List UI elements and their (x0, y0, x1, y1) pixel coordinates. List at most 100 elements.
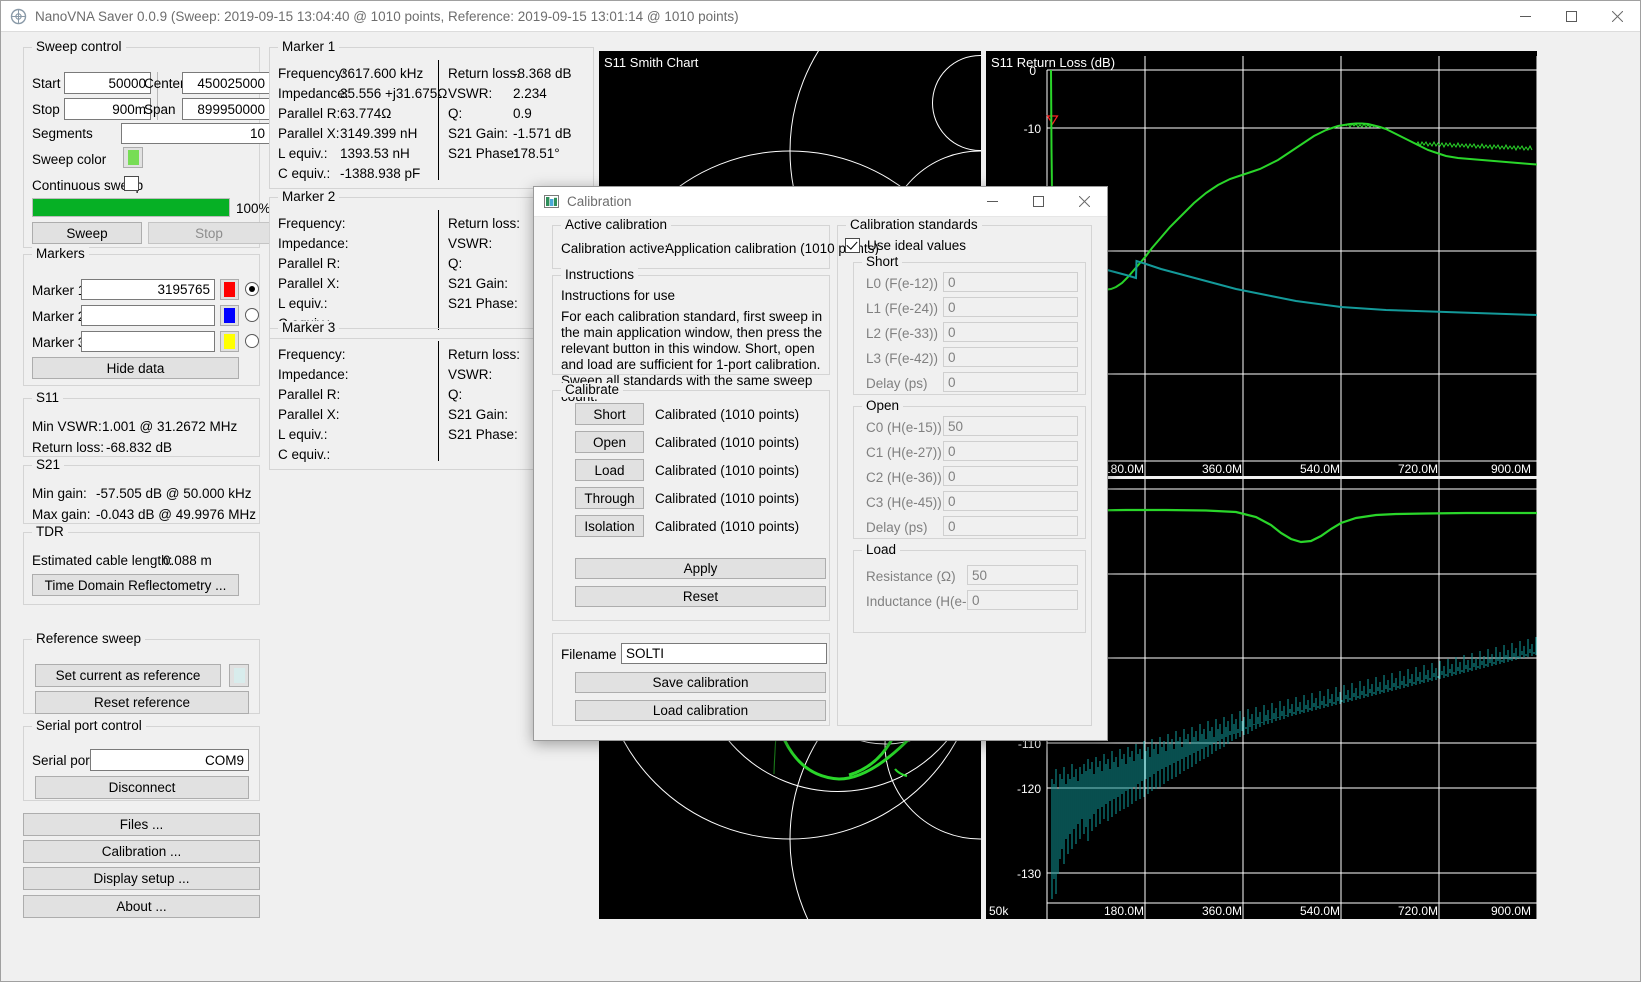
filename-input[interactable]: SOLTI (621, 643, 827, 664)
segments-label: Segments (32, 126, 93, 141)
minimize-button[interactable] (1502, 1, 1548, 32)
marker-3-readout-divider (438, 341, 439, 461)
nanovna-icon (10, 8, 27, 25)
open-c1-input[interactable]: 0 (943, 441, 1078, 461)
m1-parallel-r-label: Parallel R: (278, 106, 340, 121)
m3-q-label: Q: (448, 387, 462, 402)
marker-2-color-button[interactable] (220, 305, 239, 326)
cable-length-label: Estimated cable length: (32, 553, 172, 568)
reset-reference-button[interactable]: Reset reference (35, 691, 249, 714)
apply-calibration-button[interactable]: Apply (575, 558, 826, 579)
hide-data-button[interactable]: Hide data (32, 357, 239, 379)
filename-label: Filename (561, 647, 617, 662)
s21-xtick-3: 540.0M (1300, 904, 1340, 918)
short-calibrate-status: Calibrated (1010 points) (655, 407, 799, 422)
use-ideal-values-checkbox[interactable] (845, 238, 860, 253)
load-resistance-label: Resistance (Ω) (866, 569, 956, 584)
stop-sweep-button[interactable]: Stop (148, 222, 270, 244)
m1-q-label: Q: (448, 106, 462, 121)
load-inductance-input[interactable]: 0 (967, 590, 1078, 610)
open-calibrate-button[interactable]: Open (575, 431, 644, 453)
load-resistance-input[interactable]: 50 (967, 565, 1078, 585)
marker-3-radio[interactable] (245, 334, 259, 348)
serial-port-label: Serial port (32, 753, 94, 768)
short-l3-input[interactable]: 0 (943, 347, 1078, 367)
sweep-color-button[interactable] (123, 147, 143, 168)
disconnect-button[interactable]: Disconnect (35, 776, 249, 799)
center-input[interactable]: 450025000 (182, 72, 270, 94)
calibration-close-button[interactable] (1061, 187, 1107, 217)
close-button[interactable] (1594, 1, 1640, 32)
marker-3-input[interactable] (81, 331, 215, 352)
load-standard-group: Load Resistance (Ω) 50 Inductance (H(e-1… (853, 550, 1086, 633)
save-calibration-button[interactable]: Save calibration (575, 672, 826, 693)
m1-parallel-x-label: Parallel X: (278, 126, 340, 141)
marker-1-color-button[interactable] (220, 279, 239, 300)
start-input[interactable]: 50000 (64, 72, 151, 94)
open-c2-input[interactable]: 0 (943, 466, 1078, 486)
calibration-maximize-button[interactable] (1015, 187, 1061, 217)
short-l2-input[interactable]: 0 (943, 322, 1078, 342)
svg-text:0: 0 (1029, 64, 1036, 78)
m1-return-loss-value: -8.368 dB (513, 66, 572, 81)
m1-return-loss-label: Return loss: (448, 66, 520, 81)
short-l1-label: L1 (F(e-24)) (866, 301, 938, 316)
set-reference-button[interactable]: Set current as reference (35, 664, 221, 687)
marker-2-input[interactable] (81, 305, 215, 326)
active-calibration-title: Active calibration (561, 218, 671, 232)
marker-1-radio[interactable] (245, 282, 259, 296)
continuous-sweep-checkbox[interactable] (124, 176, 139, 191)
s21-xtick-2: 360.0M (1202, 904, 1242, 918)
load-calibration-button[interactable]: Load calibration (575, 700, 826, 721)
files-button[interactable]: Files ... (23, 813, 260, 836)
reset-calibration-button[interactable]: Reset (575, 586, 826, 607)
m3-frequency-label: Frequency: (278, 347, 346, 362)
open-delay-input[interactable]: 0 (943, 516, 1078, 536)
short-delay-input[interactable]: 0 (943, 372, 1078, 392)
calibration-button[interactable]: Calibration ... (23, 840, 260, 863)
m1-c-equiv-label: C equiv.: (278, 166, 330, 181)
reference-color-button[interactable] (229, 664, 249, 687)
main-window: NanoVNA Saver 0.0.9 (Sweep: 2019-09-15 1… (0, 0, 1641, 982)
m3-s21-gain-label: S21 Gain: (448, 407, 508, 422)
instructions-heading: Instructions for use (561, 288, 675, 303)
m1-impedance-value: 35.556 +j31.675Ω (340, 86, 447, 101)
open-standard-title: Open (862, 399, 903, 413)
span-input[interactable]: 899950000 (182, 98, 270, 120)
short-standard-title: Short (862, 255, 902, 269)
about-button[interactable]: About ... (23, 895, 260, 918)
tdr-button[interactable]: Time Domain Reflectometry ... (32, 574, 239, 596)
marker-3-readout-title: Marker 3 (278, 321, 339, 335)
marker-3-color-button[interactable] (220, 331, 239, 352)
m3-c-equiv-label: C equiv.: (278, 447, 330, 462)
sweep-button[interactable]: Sweep (32, 222, 142, 244)
m3-impedance-label: Impedance: (278, 367, 349, 382)
instructions-title: Instructions (561, 268, 638, 282)
stop-input[interactable]: 900m (64, 98, 151, 120)
segments-input[interactable]: 10 (121, 123, 270, 144)
short-l1-input[interactable]: 0 (943, 297, 1078, 317)
serial-port-input[interactable]: COM9 (90, 749, 249, 771)
s11-summary-group: S11 Min VSWR: 1.001 @ 31.2672 MHz Return… (23, 398, 260, 457)
isolation-calibrate-button[interactable]: Isolation (575, 515, 644, 537)
calibration-minimize-button[interactable] (969, 187, 1015, 217)
maximize-button[interactable] (1548, 1, 1594, 32)
stop-label: Stop (32, 102, 60, 117)
marker-1-input[interactable]: 3195765 (81, 279, 215, 300)
short-l0-input[interactable]: 0 (943, 272, 1078, 292)
open-c0-input[interactable]: 50 (943, 416, 1078, 436)
calibration-dialog-title-bar: Calibration (534, 187, 1107, 217)
instructions-group: Instructions Instructions for use For ea… (552, 275, 830, 375)
calibration-standards-group: Calibration standards Use ideal values S… (837, 225, 1092, 726)
marker-2-radio[interactable] (245, 308, 259, 322)
load-calibrate-button[interactable]: Load (575, 459, 644, 481)
display-setup-button[interactable]: Display setup ... (23, 867, 260, 890)
open-c3-label: C3 (H(e-45)) (866, 495, 942, 510)
m2-q-label: Q: (448, 256, 462, 271)
open-c3-input[interactable]: 0 (943, 491, 1078, 511)
m2-vswr-label: VSWR: (448, 236, 492, 251)
open-c1-label: C1 (H(e-27)) (866, 445, 942, 460)
tdr-group: TDR Estimated cable length: 0.088 m Time… (23, 532, 260, 605)
through-calibrate-button[interactable]: Through (575, 487, 644, 509)
short-calibrate-button[interactable]: Short (575, 403, 644, 425)
